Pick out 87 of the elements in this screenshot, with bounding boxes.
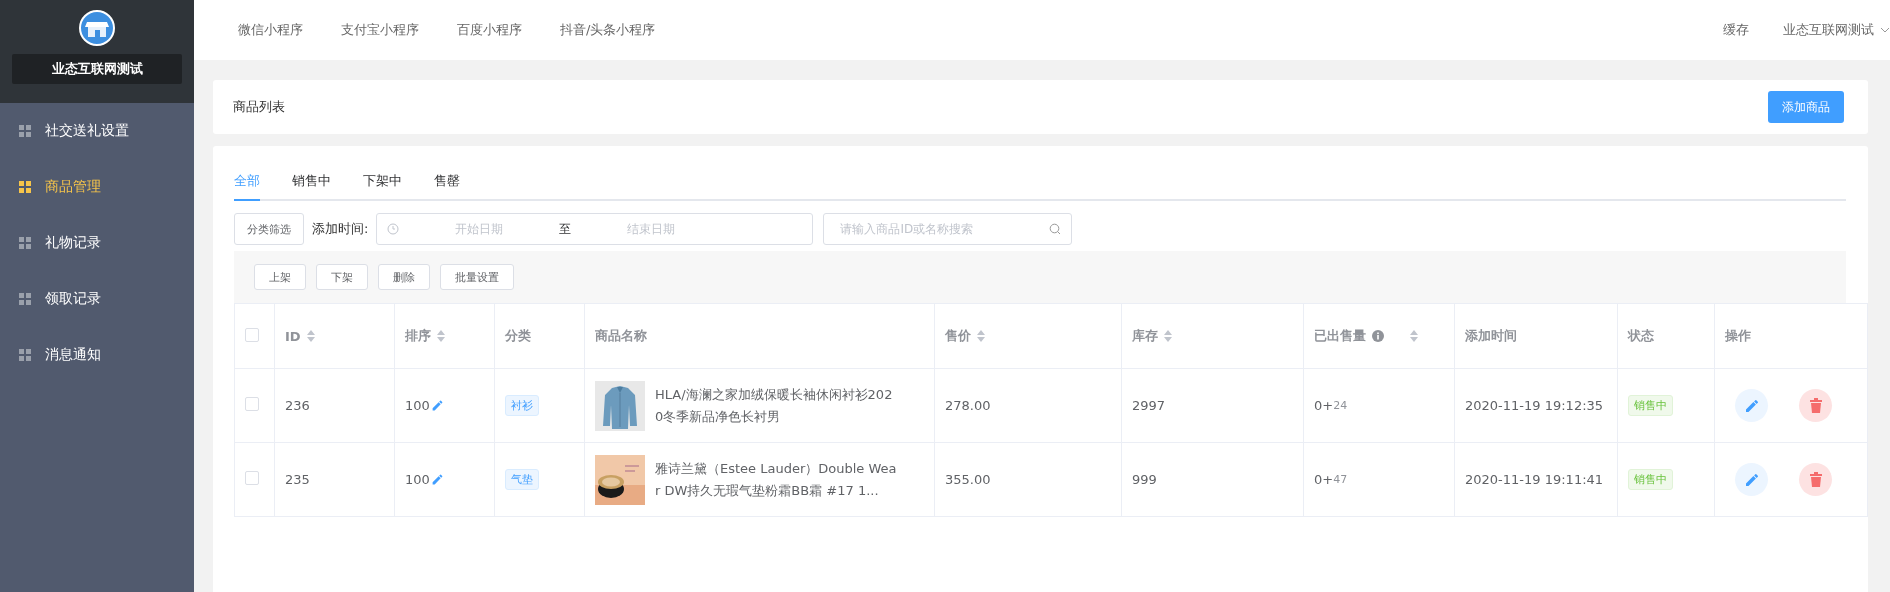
nav-link[interactable]: 微信小程序 — [238, 21, 303, 39]
cache-link[interactable]: 缓存 — [1723, 21, 1749, 39]
sidebar-item[interactable]: 消息通知 — [0, 327, 194, 383]
table-cell: 2997 — [1132, 398, 1166, 413]
sidebar-item-label: 商品管理 — [45, 178, 101, 196]
column-header: 操作 — [1725, 327, 1751, 345]
edit-button[interactable] — [1735, 463, 1768, 496]
product-name: HLA/海澜之家加绒保暖长袖休闲衬衫2020冬季新品净色长衬男 — [655, 385, 894, 426]
action-button[interactable]: 批量设置 — [440, 264, 514, 290]
table-cell: 2020-11-19 19:11:41 — [1465, 472, 1604, 487]
store-logo-icon — [79, 10, 115, 46]
sidebar-item-label: 消息通知 — [45, 346, 101, 364]
sidebar-item-label: 社交送礼设置 — [45, 122, 129, 140]
table-cell: 100 — [405, 472, 430, 487]
page-title: 商品列表 — [233, 98, 285, 116]
pencil-icon[interactable] — [430, 399, 444, 412]
sort-icon[interactable] — [437, 330, 445, 342]
sidebar-item-label: 礼物记录 — [45, 234, 101, 252]
tab[interactable]: 售罄 — [434, 168, 460, 201]
action-button[interactable]: 上架 — [254, 264, 306, 290]
sidebar-item-label: 领取记录 — [45, 290, 101, 308]
search-icon — [1049, 223, 1062, 235]
sort-icon[interactable] — [1164, 330, 1172, 342]
chevron-down-icon — [1880, 27, 1890, 33]
sort-icon[interactable] — [1410, 330, 1418, 342]
category-filter-button[interactable]: 分类筛选 — [234, 213, 304, 245]
table-cell: 0+ — [1314, 472, 1334, 487]
row-checkbox[interactable] — [245, 471, 259, 485]
range-separator: 至 — [559, 220, 572, 238]
category-tag: 气垫 — [505, 469, 539, 490]
sidebar-item[interactable]: 商品管理 — [0, 159, 194, 215]
select-all-checkbox[interactable] — [245, 327, 259, 342]
extra-sales: 24 — [1333, 399, 1348, 412]
column-header: ID — [285, 328, 301, 344]
column-header: 已出售量 — [1314, 327, 1366, 345]
delete-button[interactable] — [1799, 389, 1832, 422]
table-cell: 236 — [285, 398, 310, 413]
product-name: 雅诗兰黛（Estee Lauder）Double Wear DW持久无瑕气垫粉霜BB霜 #17 1... — [655, 459, 898, 500]
column-header: 售价 — [945, 327, 971, 345]
table-cell: 355.00 — [945, 472, 991, 487]
grid-icon — [19, 181, 31, 193]
pencil-icon[interactable] — [1743, 397, 1760, 414]
sidebar-item[interactable]: 社交送礼设置 — [0, 103, 194, 159]
table-cell: 100 — [405, 398, 430, 413]
action-button[interactable]: 删除 — [378, 264, 430, 290]
trash-icon — [1808, 398, 1823, 413]
search-box[interactable]: 请输入商品ID或名称搜索 — [823, 213, 1073, 245]
delete-button[interactable] — [1799, 463, 1832, 496]
sidebar-item[interactable]: 礼物记录 — [0, 215, 194, 271]
edit-button[interactable] — [1735, 389, 1768, 422]
action-button[interactable]: 下架 — [316, 264, 368, 290]
table-cell: 278.00 — [945, 398, 991, 413]
table-cell: 2020-11-19 19:12:35 — [1465, 398, 1604, 413]
row-checkbox[interactable] — [245, 397, 259, 411]
status-tag: 销售中 — [1628, 395, 1673, 416]
tab[interactable]: 下架中 — [363, 168, 402, 201]
nav-link[interactable]: 支付宝小程序 — [341, 21, 419, 39]
tab[interactable]: 销售中 — [292, 168, 331, 201]
table-cell: 0+ — [1314, 398, 1334, 413]
pencil-icon[interactable] — [1743, 471, 1760, 488]
category-tag: 衬衫 — [505, 395, 539, 416]
trash-icon — [1808, 472, 1823, 487]
grid-icon — [19, 237, 31, 249]
column-header: 分类 — [505, 327, 531, 345]
column-header: 排序 — [405, 327, 431, 345]
column-header: 状态 — [1628, 327, 1654, 345]
column-header: 库存 — [1132, 327, 1158, 345]
column-header: 商品名称 — [595, 327, 647, 345]
grid-icon — [19, 349, 31, 361]
column-header: 添加时间 — [1465, 327, 1517, 345]
grid-icon — [19, 125, 31, 137]
sort-icon[interactable] — [306, 330, 315, 342]
info-icon — [1372, 330, 1384, 342]
account-menu[interactable]: 业态互联网测试 — [1783, 21, 1890, 39]
table-cell: 235 — [285, 472, 310, 487]
pencil-icon[interactable] — [430, 473, 444, 486]
status-tag: 销售中 — [1628, 469, 1673, 490]
nav-link[interactable]: 抖音/头条小程序 — [560, 21, 656, 39]
table-cell: 999 — [1132, 472, 1157, 487]
nav-link[interactable]: 百度小程序 — [457, 21, 522, 39]
time-label: 添加时间: — [312, 220, 369, 238]
sidebar-item[interactable]: 领取记录 — [0, 271, 194, 327]
clock-icon — [387, 223, 400, 235]
extra-sales: 47 — [1333, 473, 1348, 486]
sort-icon[interactable] — [977, 330, 985, 342]
brand-name: 业态互联网测试 — [12, 54, 182, 84]
grid-icon — [19, 293, 31, 305]
